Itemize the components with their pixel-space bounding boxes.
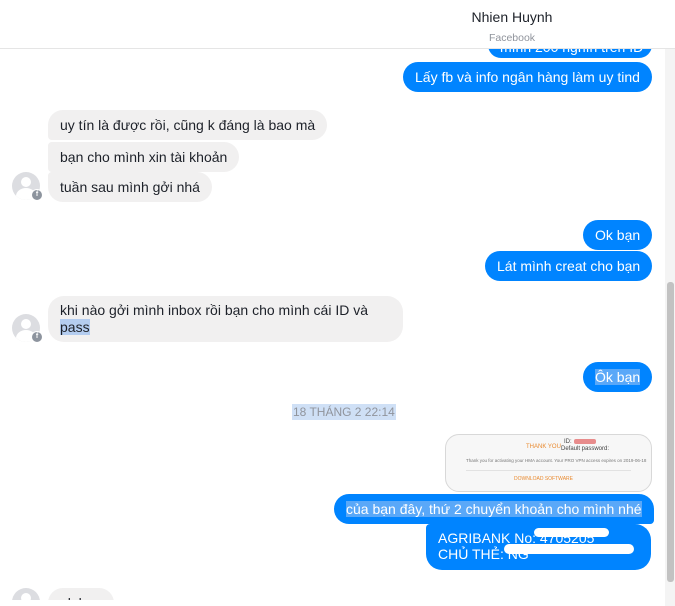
message-incoming: uy tín là được rồi, cũng k đáng là bao m…: [48, 110, 328, 140]
redaction-scribble: [504, 544, 634, 554]
message-text: bạn cho mình xin tài khoản: [60, 149, 228, 165]
message-outgoing: Ok bạn: [583, 220, 653, 250]
message-text-selected: của bạn đây, thứ 2 chuyển khoản cho mình…: [346, 501, 642, 517]
message-text: tuần sau mình gởi nhá: [60, 179, 200, 195]
image-id-label: ID:: [564, 439, 572, 445]
message-text: Lát mình creat cho bạn: [497, 258, 641, 274]
message-incoming: tuần sau mình gởi nhá: [48, 172, 212, 202]
scrollbar-thumb[interactable]: [667, 282, 674, 582]
image-body-text: Thank you for activating your HMA accoun…: [466, 458, 647, 463]
scrollbar[interactable]: [665, 0, 675, 606]
facebook-badge-icon: f: [31, 331, 43, 343]
bottom-divider: [0, 600, 665, 606]
message-outgoing: AGRIBANK No: 4705205 CHỦ THẺ: NG: [426, 524, 651, 570]
image-password-label: Default password:: [561, 446, 610, 452]
message-text: Ok bạn: [595, 227, 641, 243]
contact-name[interactable]: Nhien Huynh: [472, 9, 553, 25]
message-outgoing: của bạn đây, thứ 2 chuyển khoản cho mình…: [334, 494, 654, 524]
conversation-pane[interactable]: mình 200 nghìn trên ID Lấy fb và info ng…: [0, 0, 665, 606]
image-download-text: DOWNLOAD SOFTWARE: [514, 476, 573, 482]
message-text-selected: Ôk bạn: [595, 369, 641, 385]
redaction-mark: [574, 439, 596, 444]
message-text: khi nào gởi mình inbox rồi bạn cho mình …: [60, 302, 369, 318]
message-text-selected: pass: [60, 319, 90, 335]
redaction-scribble: [534, 528, 609, 537]
message-outgoing: Ôk bạn: [583, 362, 653, 392]
message-incoming: khi nào gởi mình inbox rồi bạn cho mình …: [48, 296, 403, 342]
image-attachment[interactable]: THANK YOU ID: Default password: Thank yo…: [445, 434, 652, 492]
contact-platform: Facebook: [488, 32, 536, 44]
image-thank-text: THANK YOU: [526, 444, 561, 450]
message-outgoing: Lấy fb và info ngân hàng làm uy tind: [403, 62, 652, 92]
message-incoming: bạn cho mình xin tài khoản: [48, 142, 240, 172]
image-divider: [466, 470, 631, 471]
chat-header: Nhien Huynh Facebook: [0, 0, 675, 49]
message-outgoing: Lát mình creat cho bạn: [485, 251, 653, 281]
timestamp: 18 THÁNG 2 22:14: [292, 404, 396, 420]
message-text: Lấy fb và info ngân hàng làm uy tind: [415, 69, 640, 85]
facebook-badge-icon: f: [31, 189, 43, 201]
message-text: uy tín là được rồi, cũng k đáng là bao m…: [60, 117, 316, 133]
